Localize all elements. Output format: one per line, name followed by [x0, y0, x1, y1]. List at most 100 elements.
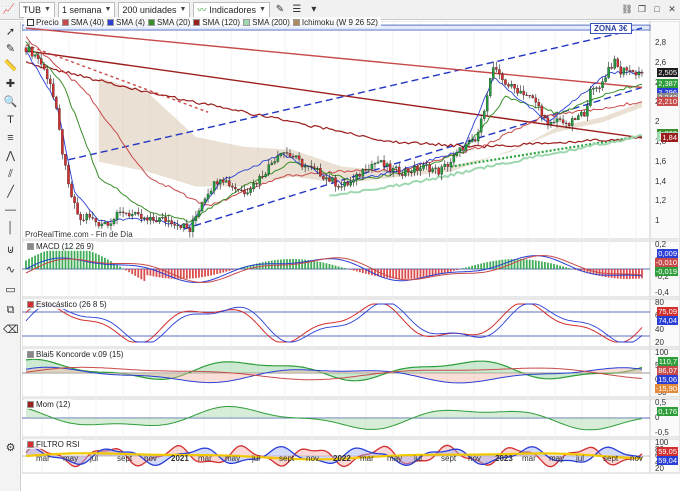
more-icon[interactable]: ▾ — [307, 3, 321, 17]
macd-histogram-bar — [465, 267, 467, 269]
candle-body — [577, 115, 580, 121]
candle-body — [616, 58, 619, 67]
candle-body — [243, 189, 246, 195]
ruler-icon[interactable]: 📏 — [3, 59, 18, 74]
candle-body — [525, 94, 528, 96]
pattern-icon[interactable]: ⋀ — [3, 149, 18, 164]
close-icon[interactable]: ✕ — [666, 3, 678, 15]
macd-histogram-bar — [483, 262, 486, 269]
macd-histogram-bar — [273, 260, 276, 269]
candle-body — [431, 168, 434, 172]
indicators-button[interactable]: 〰 Indicadores ▼ — [193, 1, 270, 18]
time-axis-month: jul — [414, 454, 423, 463]
timeframe-selector[interactable]: 1 semana ▼ — [57, 1, 116, 18]
macd-histogram-bar — [198, 269, 200, 278]
text-icon[interactable]: T — [3, 113, 18, 128]
mom-axis-tick: 0,5 — [655, 398, 667, 407]
macd-histogram-bar — [507, 259, 510, 269]
candle-body — [231, 185, 234, 188]
candle-body — [388, 163, 392, 172]
candle-body — [61, 129, 64, 155]
candle-body — [121, 211, 125, 214]
eraser-icon[interactable]: ⌫ — [3, 323, 19, 338]
wave-icon[interactable]: ∿ — [3, 263, 18, 278]
macd-histogram-bar — [386, 269, 389, 278]
candle-body — [39, 58, 43, 65]
chart-type-icon[interactable]: 📈 — [2, 3, 16, 17]
candle-body — [279, 152, 283, 156]
time-axis-month: may — [549, 454, 565, 463]
candle-body — [458, 147, 462, 153]
macd-histogram-bar — [204, 269, 206, 277]
candle-body — [570, 118, 574, 126]
magnet-icon[interactable]: ⊍ — [3, 243, 18, 258]
candle-body — [610, 66, 613, 69]
stoch-title: Estocástico (26 8 5) — [24, 299, 110, 309]
candle-body — [410, 171, 413, 174]
macd-histogram-bar — [146, 269, 149, 276]
panel-title: MACD (12 26 9) — [36, 241, 94, 251]
macd-histogram-bar — [91, 252, 94, 269]
channel-icon[interactable]: ⫽ — [3, 167, 18, 182]
settings-icon[interactable]: ⚙ — [3, 441, 18, 456]
zoom-icon[interactable]: 🔍 — [3, 95, 18, 110]
time-axis-month: sept — [279, 454, 295, 463]
draw-icon[interactable]: ✎ — [273, 3, 287, 17]
candle-body — [185, 223, 189, 229]
candle-body — [507, 84, 510, 87]
candle-body — [467, 141, 471, 144]
cursor-icon[interactable]: ➚ — [3, 25, 18, 40]
candle-body — [397, 166, 401, 175]
candle-body — [485, 95, 489, 112]
horizontal-line-icon[interactable]: — — [3, 203, 18, 218]
brand-text: ProRealTime.com - Fin de Día — [25, 230, 133, 239]
mom-axis-tick: -0,5 — [655, 428, 669, 437]
candle-body — [225, 180, 228, 183]
macd-histogram-bar — [134, 269, 137, 276]
fibonacci-icon[interactable]: ≡ — [3, 131, 18, 146]
blai5-value-tag: 110,7 — [657, 357, 678, 366]
copy-icon[interactable]: ⧉ — [3, 303, 18, 318]
line-icon[interactable]: ╱ — [3, 185, 18, 200]
rectangle-icon[interactable]: ▭ — [3, 283, 18, 298]
macd-histogram-bar — [82, 249, 85, 269]
link-icon[interactable]: ⛓ — [621, 3, 633, 15]
macd-histogram-bar — [270, 260, 273, 269]
pencil-icon[interactable]: ✎ — [3, 42, 18, 57]
candle-body — [30, 46, 34, 57]
macd-histogram-bar — [228, 269, 231, 271]
macd-histogram-bar — [425, 269, 428, 278]
macd-histogram-bar — [641, 269, 643, 279]
time-axis-month: nov — [630, 454, 643, 463]
candle-body — [291, 155, 295, 158]
units-selector[interactable]: 200 unidades ▼ — [118, 1, 191, 18]
candle-body — [237, 188, 240, 191]
candle-body — [42, 64, 46, 70]
macd-histogram-bar — [195, 269, 197, 279]
candle-body — [203, 198, 207, 203]
macd-histogram-bar — [455, 269, 458, 270]
macd-histogram-bar — [31, 257, 33, 269]
crosshair-icon[interactable]: ✚ — [3, 77, 18, 92]
chart-canvas[interactable] — [22, 21, 680, 491]
candle-body — [598, 87, 601, 89]
macd-histogram-bar — [537, 260, 540, 269]
window-icon[interactable]: ❐ — [636, 3, 648, 15]
macd-histogram-bar — [85, 250, 88, 269]
time-axis-year: 2021 — [171, 454, 189, 463]
candle-body — [546, 117, 550, 125]
macd-histogram-bar — [188, 269, 191, 279]
candle-body — [489, 78, 492, 96]
candle-body — [504, 79, 507, 85]
macd-histogram-bar — [216, 269, 219, 275]
macd-histogram-bar — [34, 255, 37, 269]
macd-histogram-bar — [313, 260, 316, 269]
list-icon[interactable]: ☰ — [290, 3, 304, 17]
symbol-selector[interactable]: TUB ▼ — [19, 1, 55, 18]
vertical-line-icon[interactable]: │ — [3, 221, 18, 236]
maximize-icon[interactable]: □ — [651, 3, 663, 15]
candle-body — [27, 46, 31, 52]
candle-body — [176, 224, 179, 227]
macd-histogram-bar — [468, 266, 470, 269]
time-axis-month: sept — [441, 454, 457, 463]
